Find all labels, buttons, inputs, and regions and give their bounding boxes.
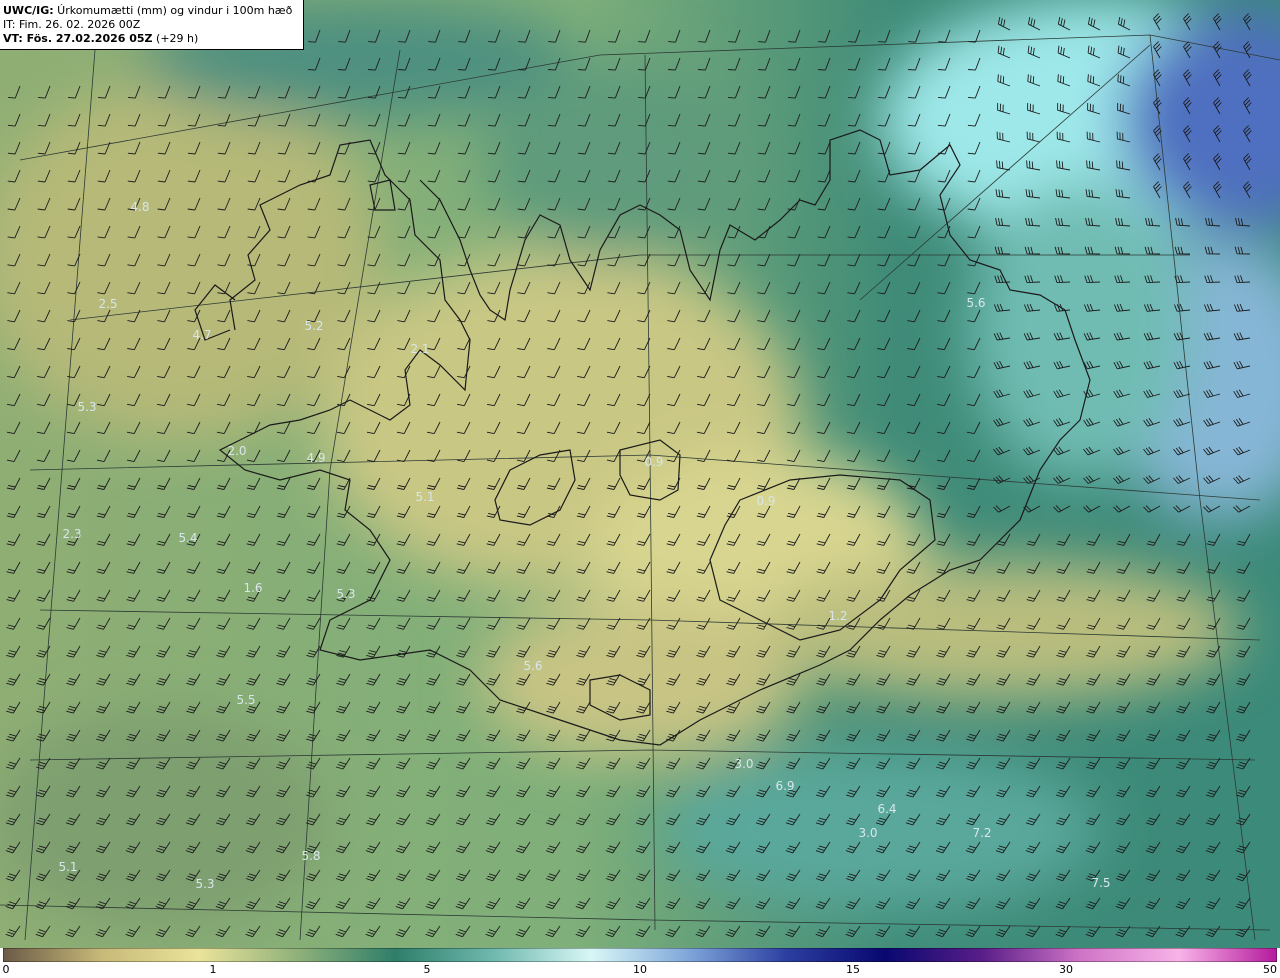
title-line: UWC/IG: Úrkomumætti (mm) og vindur i 100…: [3, 4, 300, 18]
precip-value-label: 5.3: [77, 400, 96, 414]
precip-value-label: 0.9: [756, 494, 775, 508]
colorbar-tick-label: 5: [423, 963, 431, 976]
precip-value-label: 4.7: [192, 328, 211, 342]
precip-value-label: 5.6: [966, 296, 985, 310]
precip-value-label: 0.9: [644, 455, 663, 469]
valid-time: VT: Fös. 27.02.2026 05Z: [3, 32, 153, 45]
precip-value-label: 5.1: [415, 490, 434, 504]
colorbar-tick-label: 30: [1059, 963, 1073, 976]
model-name: UWC/IG:: [3, 4, 54, 17]
precip-value-label: 1.6: [243, 581, 262, 595]
precipitation-colorbar: [3, 948, 1277, 962]
colorbar-tick-label: 0: [2, 963, 10, 976]
precip-value-label: 6.9: [775, 779, 794, 793]
precip-value-label: 2.1: [410, 342, 429, 356]
forecast-hour: (+29 h): [152, 32, 199, 45]
map-title: Úrkomumætti (mm) og vindur i 100m hæð: [53, 4, 293, 17]
precip-value-label: 2.3: [62, 527, 81, 541]
precip-value-label: 1.2: [828, 609, 847, 623]
precip-value-label: 5.3: [195, 877, 214, 891]
precip-value-label: 6.4: [877, 802, 896, 816]
precip-value-label: 4.9: [306, 451, 325, 465]
precip-value-label: 5.5: [236, 693, 255, 707]
precip-value-label: 7.5: [1091, 876, 1110, 890]
precip-value-label: 2.5: [98, 297, 117, 311]
precip-value-label: 5.2: [304, 319, 323, 333]
precipitation-wind-map: 4.8 2.5 5.2 4.7 2.1 5.3 2.0 4.9 5.1 2.3 5.4 1.6 5.3 0…: [0, 0, 1280, 948]
precip-value-label: 5.4: [178, 531, 197, 545]
precip-value-label: 4.8: [130, 200, 149, 214]
precip-value-label: 5.3: [336, 587, 355, 601]
precip-value-label: 3.0: [858, 826, 877, 840]
colorbar-tick-label: 1: [209, 963, 217, 976]
valid-time-line: VT: Fös. 27.02.2026 05Z (+29 h): [3, 32, 300, 46]
precip-value-label: 3.0: [734, 757, 753, 771]
precip-value-label: 5.6: [523, 659, 542, 673]
colorbar-tick-label: 50: [1263, 963, 1277, 976]
precip-value-label: 2.0: [227, 444, 246, 458]
precip-value-label: 5.8: [301, 849, 320, 863]
map-title-box: UWC/IG: Úrkomumætti (mm) og vindur i 100…: [0, 0, 304, 50]
precip-value-label: 7.2: [972, 826, 991, 840]
precip-value-label: 5.1: [58, 860, 77, 874]
colorbar-tick-label: 15: [846, 963, 860, 976]
init-time: IT: Fim. 26. 02. 2026 00Z: [3, 18, 141, 31]
colorbar-tick-label: 10: [633, 963, 647, 976]
